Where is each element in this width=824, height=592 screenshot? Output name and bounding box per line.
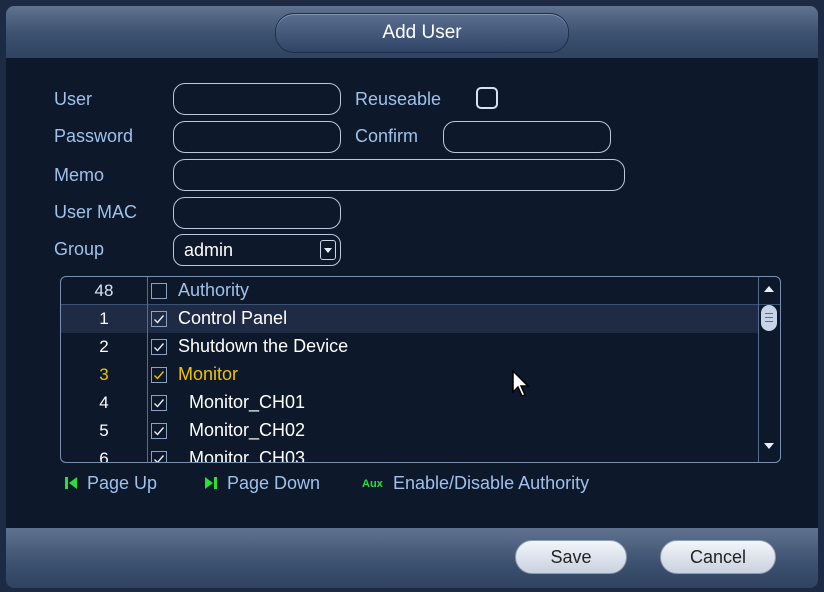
scroll-thumb[interactable] [761,305,777,331]
scroll-down-icon[interactable] [764,443,774,449]
row-label: Monitor [178,364,239,384]
save-button[interactable]: Save [515,540,627,574]
password-input[interactable] [173,121,341,153]
cancel-button[interactable]: Cancel [660,540,776,574]
authority-row[interactable]: 1 Control Panel [61,305,758,333]
row-number: 2 [99,337,109,356]
group-label: Group [54,239,105,259]
row-checkbox[interactable] [151,367,167,383]
authority-list: 48 Authority 1 Control Panel 2 Shutdown … [60,276,781,463]
memo-input[interactable] [173,159,625,191]
row-number: 6 [99,449,109,463]
authority-header-label: Authority [178,280,250,300]
user-mac-input[interactable] [173,197,341,229]
dialog-title: Add User [382,22,462,43]
authority-list-header: 48 Authority [61,277,780,305]
select-all-checkbox[interactable] [151,283,167,299]
title-bar: Add User [6,6,818,58]
row-label: Shutdown the Device [178,336,349,356]
scroll-up-icon[interactable] [764,286,774,292]
group-select[interactable]: admin [173,234,341,266]
row-checkbox[interactable] [151,423,167,439]
authority-row[interactable]: 4 Monitor_CH01 [61,389,758,417]
row-number: 1 [99,309,109,328]
row-label: Monitor_CH01 [189,392,306,412]
authority-scrollbar[interactable] [758,277,780,462]
enable-disable-hint: Enable/Disable Authority [393,473,590,493]
authority-row[interactable]: 6 Monitor_CH03 [61,445,758,463]
authority-row[interactable]: 5 Monitor_CH02 [61,417,758,445]
page-down-icon [205,477,217,489]
aux-icon: Aux [362,478,383,490]
check-icon [154,343,165,352]
row-checkbox[interactable] [151,311,167,327]
add-user-dialog: Add User User Reuseable Password Confirm… [6,6,818,588]
row-checkbox[interactable] [151,395,167,411]
reuseable-label: Reuseable [355,89,442,109]
row-number: 3 [99,365,109,384]
user-label: User [54,89,93,109]
row-label: Control Panel [178,308,288,328]
memo-label: Memo [54,165,105,185]
row-label: Monitor_CH03 [189,448,306,463]
footer-bar: Save Cancel [6,528,818,588]
page-up-hint: Page Up [87,473,158,493]
authority-row[interactable]: 3 Monitor [61,361,758,389]
user-mac-label: User MAC [54,202,138,222]
row-number: 4 [99,393,109,412]
row-label: Monitor_CH02 [189,420,306,440]
check-icon [154,315,165,324]
user-input[interactable] [173,83,341,115]
check-icon [154,427,165,436]
mouse-cursor-icon [512,370,530,397]
reuseable-checkbox[interactable] [476,87,498,109]
password-label: Password [54,126,134,146]
check-icon [154,399,165,408]
title-pill: Add User [275,13,569,53]
confirm-label: Confirm [355,126,419,146]
group-select-value: admin [184,240,234,260]
page-down-hint: Page Down [227,473,321,493]
authority-row[interactable]: 2 Shutdown the Device [61,333,758,361]
row-checkbox[interactable] [151,339,167,355]
row-number: 5 [99,421,109,440]
column-divider [147,277,148,462]
check-icon [154,371,165,380]
authority-count: 48 [94,281,114,300]
chevron-down-icon[interactable] [320,240,336,260]
row-checkbox[interactable] [151,451,167,462]
page-up-icon [65,477,77,489]
check-icon [154,455,165,462]
confirm-input[interactable] [443,121,611,153]
